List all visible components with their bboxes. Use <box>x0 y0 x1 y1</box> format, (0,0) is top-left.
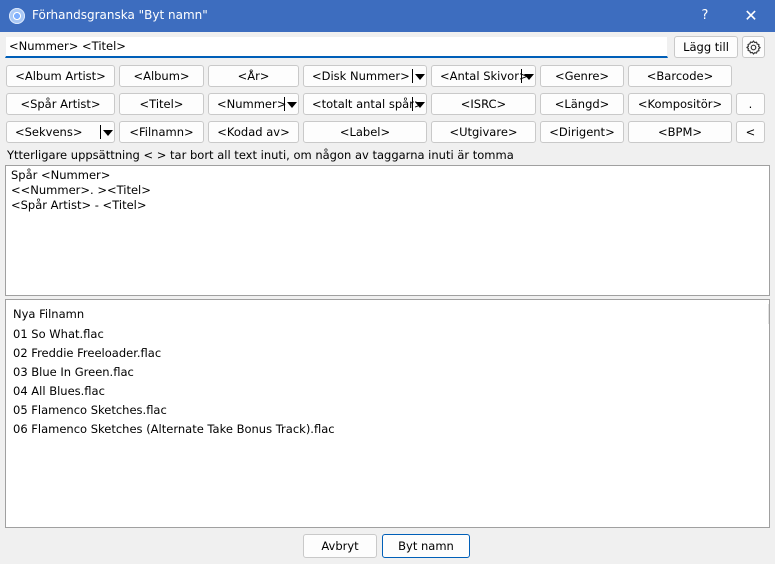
tag-button-less-than[interactable]: < <box>736 121 765 143</box>
tag-button-disk-number[interactable]: <Disk Nummer> <box>303 65 427 87</box>
pattern-input[interactable] <box>5 36 668 58</box>
list-item[interactable]: 02 Freddie Freeloader.flac <box>13 344 161 363</box>
tag-button-track-artist[interactable]: <Spår Artist> <box>6 93 115 115</box>
tag-button-title[interactable]: <Titel> <box>119 93 204 115</box>
tag-button-sequence[interactable]: <Sekvens> <box>6 121 115 143</box>
tag-button-label: <Sekvens> <box>15 125 83 139</box>
list-item[interactable]: 01 So What.flac <box>13 325 104 344</box>
dropdown-arrow-icon[interactable] <box>524 74 534 80</box>
rename-button[interactable]: Byt namn <box>382 534 470 558</box>
template-list[interactable]: Spår <Nummer> <<Nummer>. ><Titel> <Spår … <box>5 165 770 296</box>
dropdown-arrow-icon[interactable] <box>415 102 425 108</box>
tag-button-barcode[interactable]: <Barcode> <box>628 65 732 87</box>
tag-button-number[interactable]: <Nummer> <box>208 93 299 115</box>
add-button[interactable]: Lägg till <box>674 36 738 58</box>
tag-button-total-tracks[interactable]: <totalt antal spår> <box>303 93 427 115</box>
tag-button-label: <totalt antal spår> <box>312 97 424 111</box>
tag-button-bpm[interactable]: <BPM> <box>628 121 732 143</box>
title-bar[interactable]: Förhandsgranska "Byt namn" ? ✕ <box>0 0 775 32</box>
list-item[interactable]: 06 Flamenco Sketches (Alternate Take Bon… <box>13 420 335 439</box>
tag-button-disk-count[interactable]: <Antal Skivor> <box>431 65 536 87</box>
tag-button-album-artist[interactable]: <Album Artist> <box>6 65 115 87</box>
tag-button-composer[interactable]: <Kompositör> <box>628 93 732 115</box>
tag-button-label-tag[interactable]: <Label> <box>303 121 427 143</box>
column-header[interactable]: Nya Filnamn <box>13 307 84 321</box>
split-separator <box>284 97 285 111</box>
template-item[interactable]: Spår <Nummer> <box>11 168 764 183</box>
template-item[interactable]: <<Nummer>. ><Titel> <box>11 183 764 198</box>
split-separator <box>412 97 413 111</box>
split-separator <box>100 125 101 139</box>
template-item[interactable]: <Spår Artist> - <Titel> <box>11 198 764 213</box>
tag-button-label: <Antal Skivor> <box>440 69 529 83</box>
tag-button-filename[interactable]: <Filnamn> <box>119 121 204 143</box>
list-item[interactable]: 05 Flamenco Sketches.flac <box>13 401 167 420</box>
dialog-window: Förhandsgranska "Byt namn" ? ✕ Lägg till… <box>0 0 775 564</box>
tag-button-label: <Nummer> <box>217 97 287 111</box>
app-icon <box>9 8 25 24</box>
new-filenames-list[interactable]: Nya Filnamn 01 So What.flac 02 Freddie F… <box>5 299 770 528</box>
tag-button-encoded-by[interactable]: <Kodad av> <box>208 121 299 143</box>
close-button[interactable]: ✕ <box>736 4 766 28</box>
tag-button-length[interactable]: <Längd> <box>540 93 624 115</box>
settings-button[interactable] <box>742 36 765 58</box>
list-item[interactable]: 04 All Blues.flac <box>13 382 105 401</box>
list-item[interactable]: 03 Blue In Green.flac <box>13 363 134 382</box>
help-button[interactable]: ? <box>690 4 720 28</box>
dropdown-arrow-icon[interactable] <box>103 130 113 136</box>
cancel-button[interactable]: Avbryt <box>303 534 377 558</box>
tag-button-genre[interactable]: <Genre> <box>540 65 624 87</box>
tag-button-conductor[interactable]: <Dirigent> <box>540 121 624 143</box>
split-separator <box>412 69 413 83</box>
tag-button-period[interactable]: . <box>736 93 765 115</box>
window-title: Förhandsgranska "Byt namn" <box>32 8 208 22</box>
column-separator[interactable] <box>768 304 769 324</box>
dropdown-arrow-icon[interactable] <box>415 74 425 80</box>
gear-icon <box>746 40 761 55</box>
hint-text: Ytterligare uppsättning < > tar bort all… <box>7 148 514 162</box>
tag-button-publisher[interactable]: <Utgivare> <box>431 121 536 143</box>
split-separator <box>521 69 522 83</box>
tag-button-isrc[interactable]: <ISRC> <box>431 93 536 115</box>
tag-button-label: <Disk Nummer> <box>312 69 410 83</box>
tag-button-year[interactable]: <År> <box>208 65 299 87</box>
tag-button-album[interactable]: <Album> <box>119 65 204 87</box>
dropdown-arrow-icon[interactable] <box>287 102 297 108</box>
